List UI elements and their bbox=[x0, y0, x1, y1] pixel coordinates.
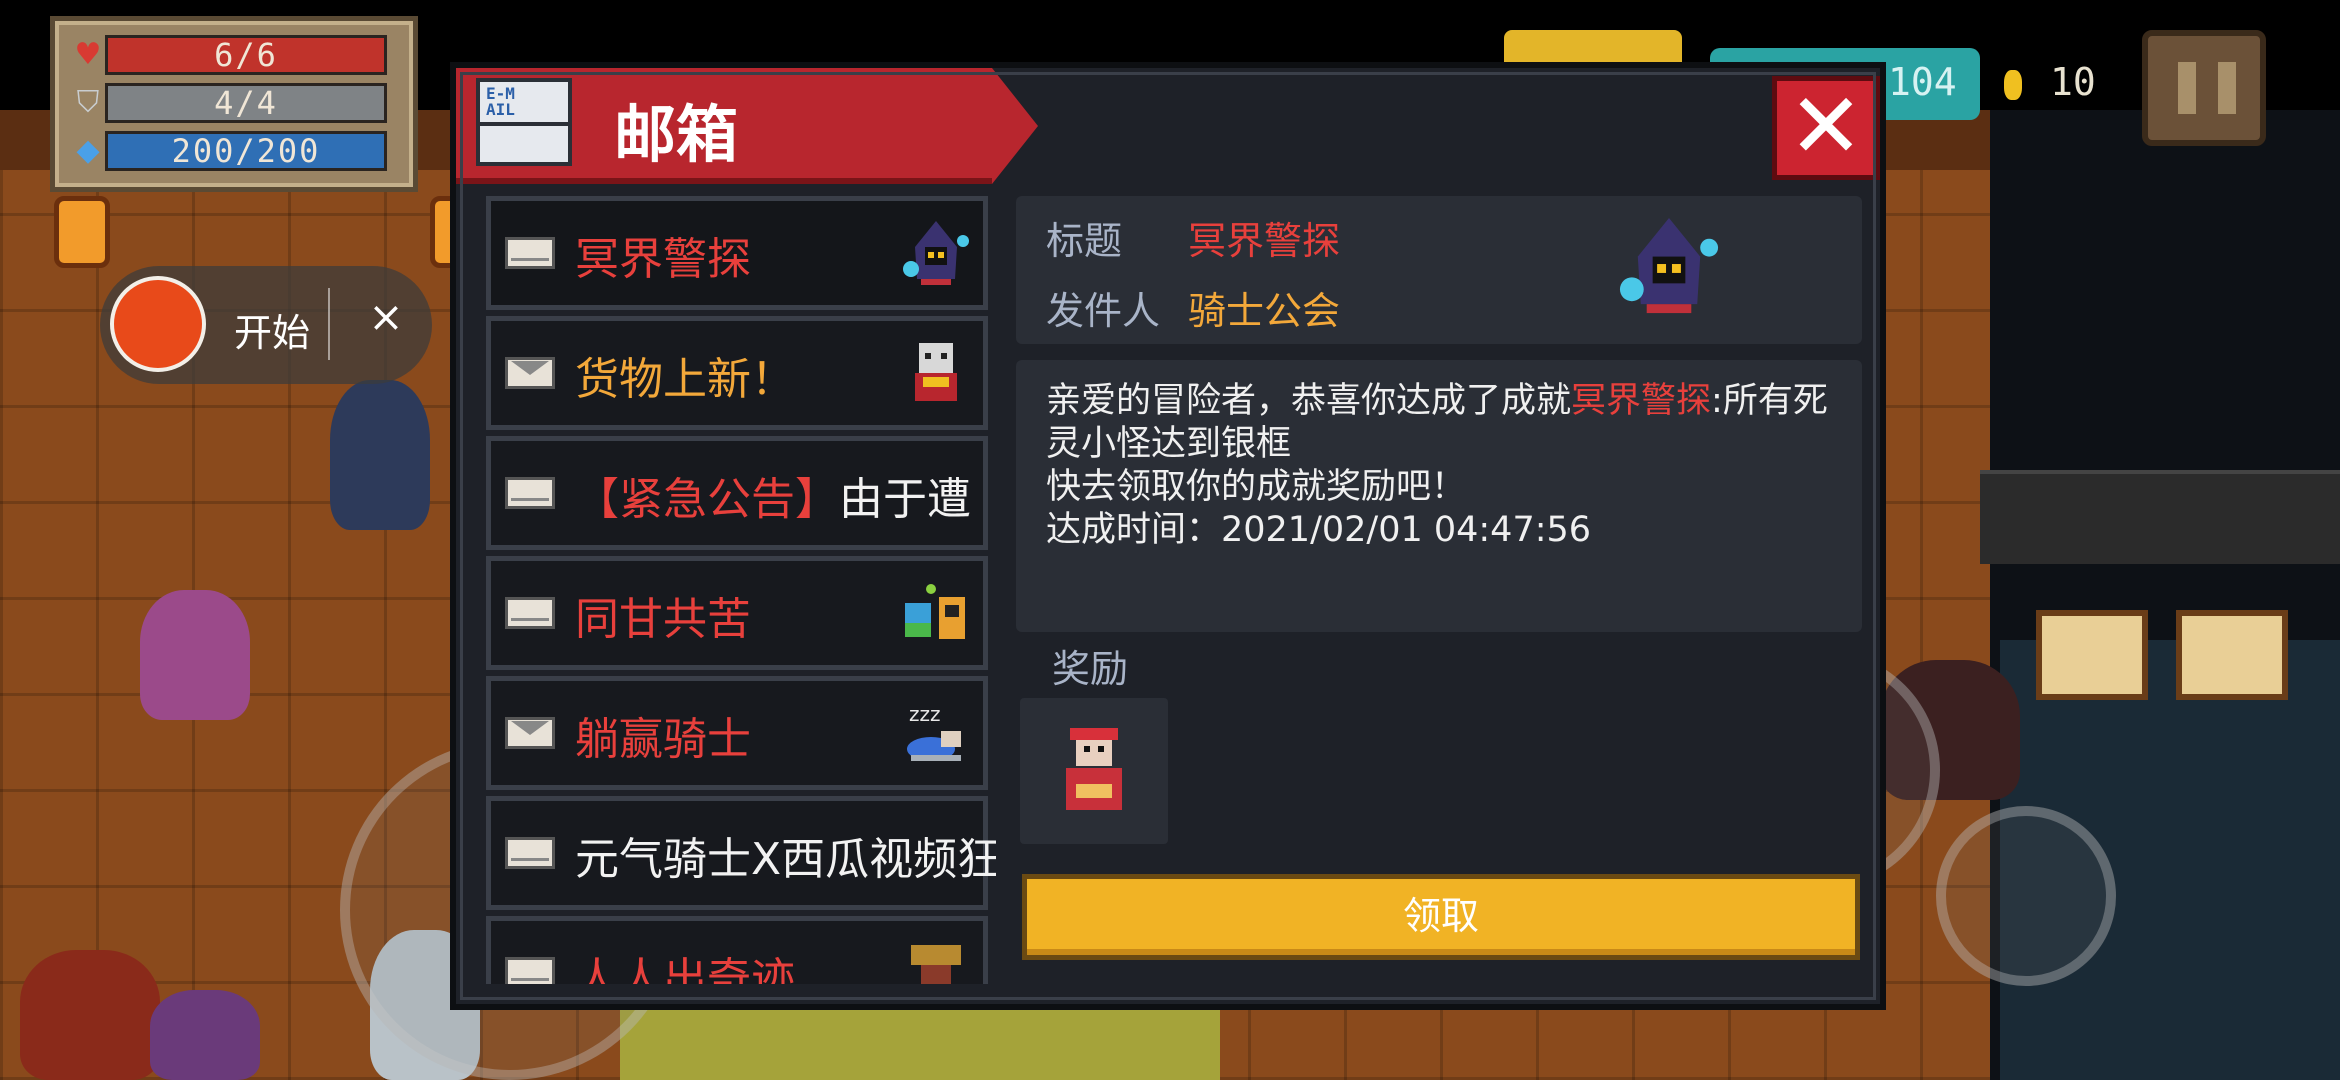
scene-carpet bbox=[620, 1010, 1220, 1080]
mail-subject-prefix: 【紧急公告】 bbox=[575, 474, 839, 525]
body-text-intro: 亲爱的冒险者，恭喜你达成了成就 bbox=[1046, 381, 1572, 421]
envelope-open-icon bbox=[505, 837, 555, 869]
record-button[interactable] bbox=[110, 276, 206, 372]
list-item[interactable]: 【紧急公告】由于遭 bbox=[486, 436, 988, 550]
subject-value: 冥界警探 bbox=[1188, 219, 1341, 263]
email-icon-text: E-M AIL bbox=[486, 84, 515, 119]
envelope-open-icon bbox=[505, 597, 555, 629]
mail-subject: 元气骑士X西瓜视频狂 bbox=[575, 834, 996, 885]
reward-slot[interactable] bbox=[1020, 698, 1168, 844]
svg-text:zzz: zzz bbox=[909, 702, 941, 726]
mail-body-text: 亲爱的冒险者，恭喜你达成了成就冥界警探:所有死灵小怪达到银框 快去领取你的成就奖… bbox=[1046, 380, 1846, 552]
reward-item-icon bbox=[1066, 728, 1122, 810]
email-icon: E-M AIL bbox=[476, 78, 572, 166]
team-icon bbox=[905, 584, 965, 639]
mail-subject: 人人出奇迹 bbox=[575, 954, 795, 984]
lantern-icon bbox=[54, 196, 110, 268]
event-icon bbox=[911, 945, 961, 984]
subject-label: 标题 bbox=[1046, 219, 1123, 263]
heart-icon: ♥ bbox=[74, 36, 102, 72]
lightning-skill-button[interactable] bbox=[1936, 806, 2116, 986]
energy-icon: ◆ bbox=[76, 132, 100, 168]
scene-sign bbox=[2036, 610, 2148, 700]
scene-sign bbox=[2176, 610, 2288, 700]
body-achievement-name: 冥界警探 bbox=[1571, 381, 1712, 421]
armor-bar: 4/4 bbox=[105, 83, 387, 123]
player-stats-panel: ♥ 6/6 ⛉ 4/4 ◆ 200/200 bbox=[50, 16, 418, 192]
plant-decor bbox=[20, 950, 160, 1080]
mailbox-dialog: E-M AIL 邮箱 ✕ 冥界警探 货物上新！ 【紧急公告】由于遭 同甘共苦 躺… bbox=[450, 62, 1886, 1010]
close-button[interactable]: ✕ bbox=[1772, 76, 1880, 180]
list-item[interactable]: 冥界警探 bbox=[486, 196, 988, 310]
mail-subject: 冥界警探 bbox=[575, 234, 751, 285]
npc-character bbox=[150, 990, 260, 1080]
dialog-header: E-M AIL 邮箱 bbox=[456, 68, 1038, 184]
npc-character bbox=[330, 380, 430, 530]
merchant-icon bbox=[915, 343, 957, 401]
coin-count: 10 bbox=[2050, 60, 2096, 104]
envelope-closed-icon bbox=[505, 357, 555, 389]
envelope-closed-icon bbox=[505, 717, 555, 749]
body-text-line3: 达成时间：2021/02/01 04:47:56 bbox=[1046, 510, 1592, 550]
reaper-detective-icon bbox=[1619, 217, 1719, 314]
sender-label: 发件人 bbox=[1046, 289, 1161, 333]
divider bbox=[328, 288, 330, 360]
shield-icon: ⛉ bbox=[76, 84, 100, 120]
record-start-label[interactable]: 开始 bbox=[234, 302, 310, 357]
mail-subject-suffix: 由于遭 bbox=[839, 474, 971, 525]
pause-icon bbox=[2178, 62, 2196, 114]
mail-list[interactable]: 冥界警探 货物上新！ 【紧急公告】由于遭 同甘共苦 躺赢骑士 zzz 元气骑士X… bbox=[486, 196, 996, 984]
pause-button[interactable] bbox=[2142, 30, 2266, 146]
mail-body: 亲爱的冒险者，恭喜你达成了成就冥界警探:所有死灵小怪达到银框 快去领取你的成就奖… bbox=[1016, 360, 1862, 632]
envelope-open-icon bbox=[505, 237, 555, 269]
list-item[interactable]: 躺赢骑士 zzz bbox=[486, 676, 988, 790]
coin-icon bbox=[2004, 70, 2022, 100]
body-text-line2: 快去领取你的成就奖励吧！ bbox=[1046, 467, 1467, 507]
list-item[interactable]: 货物上新！ bbox=[486, 316, 988, 430]
list-item[interactable]: 人人出奇迹 bbox=[486, 916, 988, 984]
scene-counter bbox=[1980, 470, 2340, 564]
hp-bar: 6/6 bbox=[105, 35, 387, 75]
mail-subject: 同甘共苦 bbox=[575, 594, 751, 645]
envelope-open-icon bbox=[505, 957, 555, 984]
list-item[interactable]: 元气骑士X西瓜视频狂 bbox=[486, 796, 996, 910]
energy-bar: 200/200 bbox=[105, 131, 387, 171]
npc-character bbox=[140, 590, 250, 720]
reaper-detective-icon bbox=[903, 221, 969, 285]
reward-label: 奖励 bbox=[1052, 647, 1129, 691]
mail-subject: 躺赢骑士 bbox=[575, 714, 751, 765]
envelope-open-icon bbox=[505, 477, 555, 509]
claim-button[interactable]: 领取 bbox=[1022, 874, 1860, 960]
close-icon[interactable]: × bbox=[358, 292, 414, 341]
mail-subject: 【紧急公告】由于遭 bbox=[575, 463, 971, 527]
list-item[interactable]: 同甘共苦 bbox=[486, 556, 988, 670]
mail-detail-header: 标题 冥界警探 发件人 骑士公会 bbox=[1016, 196, 1862, 344]
gem-count: 104 bbox=[1888, 60, 1957, 104]
screen-recorder-widget: 开始 × bbox=[100, 266, 432, 384]
mail-subject: 货物上新！ bbox=[575, 354, 795, 405]
pause-icon bbox=[2218, 62, 2236, 114]
sender-value: 骑士公会 bbox=[1188, 289, 1341, 333]
sleeping-knight-icon: zzz bbox=[907, 702, 961, 761]
dialog-title: 邮箱 bbox=[614, 98, 739, 171]
